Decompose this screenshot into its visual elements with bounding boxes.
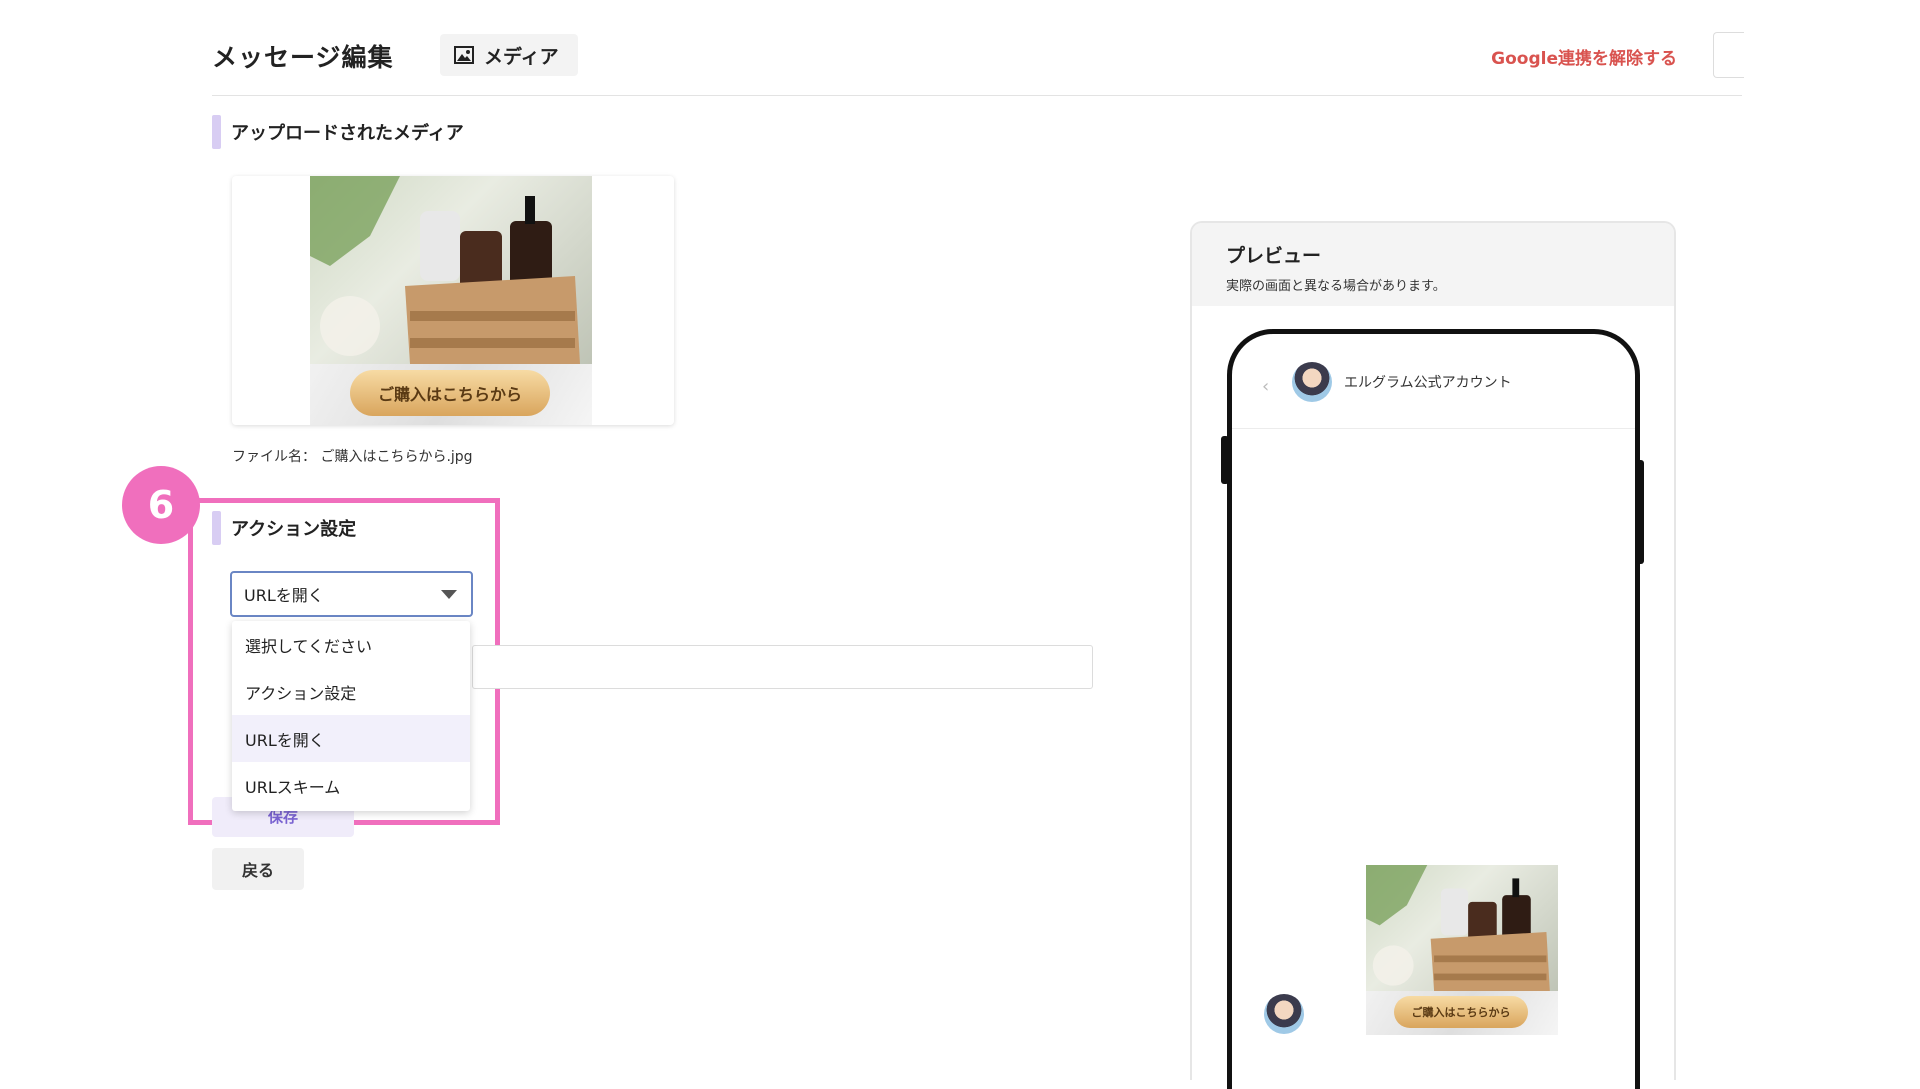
media-tab[interactable]: メディア [440,34,578,76]
media-tab-label: メディア [484,45,559,68]
chevron-left-icon[interactable]: ‹ [1262,376,1269,397]
account-name: エルグラム公式アカウント [1344,375,1512,391]
preview-header: プレビュー 実際の画面と異なる場合があります。 [1192,223,1674,306]
action-select[interactable]: URLを開く [230,571,473,617]
section-bar [212,115,221,149]
product-photo [1366,865,1558,991]
dropdown-option[interactable]: URLスキーム [232,762,470,809]
action-settings-heading-text: アクション設定 [231,519,357,540]
uploaded-media-heading-text: アップロードされたメディア [231,123,464,144]
product-illustration [310,176,580,364]
phone-side-button [1636,460,1644,564]
image-purchase-button: ご購入はこちらから [350,370,550,416]
action-select-value: URLを開く [244,586,324,605]
file-name-value: ご購入はこちらから.jpg [320,449,473,465]
phone-side-button [1221,436,1229,484]
preview-purchase-button[interactable]: ご購入はこちらから [1394,996,1528,1028]
step-badge: 6 [122,466,200,544]
dropdown-option-selected[interactable]: URLを開く [232,715,470,762]
preview-title: プレビュー [1226,245,1322,267]
google-unlink-link[interactable]: Google連携を解除する [1491,44,1677,69]
header-action-button[interactable] [1713,32,1744,78]
preview-subtitle: 実際の画面と異なる場合があります。 [1226,279,1446,294]
product-illustration [1366,865,1550,991]
back-button[interactable]: 戻る [212,848,304,890]
action-dropdown: 選択してください アクション設定 URLを開く URLスキーム [232,621,470,811]
product-photo [310,176,592,364]
preview-message-image: ご購入はこちらから [1366,865,1558,1035]
action-settings-heading: アクション設定 [212,511,356,545]
dropdown-option[interactable]: 選択してください [232,621,470,668]
account-avatar [1292,362,1332,402]
chat-header: ‹ エルグラム公式アカウント [1232,348,1635,429]
caret-down-icon [441,590,457,599]
page-title: メッセージ編集 [212,43,394,72]
dropdown-option[interactable]: アクション設定 [232,668,470,715]
section-bar [212,511,221,545]
image-icon [454,46,474,64]
header-divider [212,95,1742,96]
uploaded-media-image: ご購入はこちらから [310,176,592,425]
file-name-label: ファイル名： [232,449,316,465]
file-name-row: ファイル名： ご購入はこちらから.jpg [232,446,473,466]
uploaded-media-heading: アップロードされたメディア [212,115,464,149]
message-avatar [1264,994,1304,1034]
preview-purchase-button-text: ご購入はこちらから [1411,1006,1511,1019]
url-input[interactable] [472,645,1093,689]
image-purchase-button-text: ご購入はこちらから [377,385,522,404]
